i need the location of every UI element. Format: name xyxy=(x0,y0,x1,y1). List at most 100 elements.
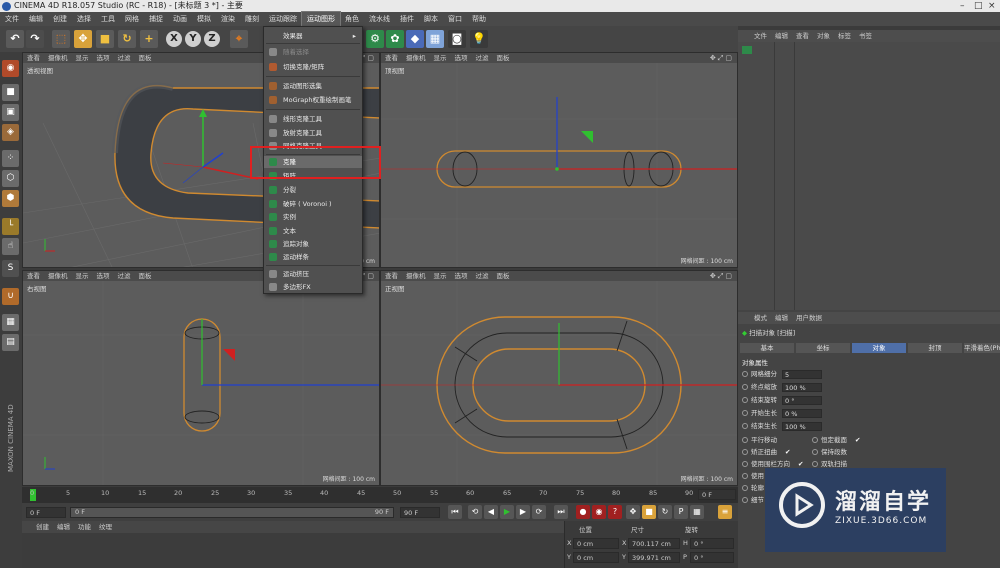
menu-tools[interactable]: 工具 xyxy=(96,12,120,26)
mograph-toolbar-icon[interactable]: ✿ xyxy=(386,30,404,48)
menu-plugins[interactable]: 插件 xyxy=(395,12,419,26)
mat-menu-function[interactable]: 功能 xyxy=(78,523,91,531)
check-use-rail-scale[interactable]: 使用 xyxy=(742,471,764,482)
vp-menu-display[interactable]: 显示 xyxy=(76,54,89,62)
viewport-front[interactable]: 查看 摄像机 显示 选项 过滤 面板 正视图 ✥⤢▢ 网格间距 : 100 cm xyxy=(380,270,738,486)
vp-menu-panel[interactable]: 面板 xyxy=(497,54,510,62)
next-key-icon[interactable]: ⟳ xyxy=(532,505,546,519)
menu-item-toggle-clone-matrix[interactable]: 切换克隆/矩阵 xyxy=(264,61,362,73)
menu-create[interactable]: 创建 xyxy=(48,12,72,26)
attr-menu-edit[interactable]: 编辑 xyxy=(775,314,788,322)
rotation-h-field[interactable]: 0 ° xyxy=(690,538,734,549)
key-scale-icon[interactable]: ■ xyxy=(642,505,656,519)
menu-pipeline[interactable]: 流水线 xyxy=(364,12,395,26)
attr-menu-userdata[interactable]: 用户数据 xyxy=(796,314,822,322)
menu-item-effectors[interactable]: 效果器 ▸ xyxy=(264,30,362,42)
model-mode-icon[interactable]: ■ xyxy=(2,84,19,101)
key-pla-icon[interactable]: ▦ xyxy=(690,505,704,519)
menu-render[interactable]: 渲染 xyxy=(216,12,240,26)
create-tool-icon[interactable]: + xyxy=(140,30,158,48)
deformer-icon[interactable]: ◆ xyxy=(406,30,424,48)
menu-animate[interactable]: 动画 xyxy=(168,12,192,26)
attr-menu-mode[interactable]: 模式 xyxy=(754,314,767,322)
menu-window[interactable]: 窗口 xyxy=(443,12,467,26)
keyframe-selection-icon[interactable]: ? xyxy=(608,505,622,519)
prop-details[interactable]: 细节 xyxy=(742,495,764,506)
vp-menu-panel[interactable]: 面板 xyxy=(139,54,152,62)
om-menu-edit[interactable]: 编辑 xyxy=(775,32,788,40)
menu-item-fracture[interactable]: 分裂 xyxy=(264,184,362,196)
size-y-field[interactable]: 399.971 cm xyxy=(628,552,680,563)
menu-item-tracer[interactable]: 追踪对象 xyxy=(264,238,362,250)
magnet-icon[interactable]: ∪ xyxy=(2,288,19,305)
snap-icon[interactable]: S xyxy=(2,260,19,277)
timeline-ruler[interactable]: 0 5 10 15 20 25 30 35 40 45 50 55 60 65 … xyxy=(22,487,738,503)
polygons-mode-icon[interactable]: ⬢ xyxy=(2,190,19,207)
object-list[interactable] xyxy=(738,42,1000,310)
vp-menu-camera[interactable]: 摄像机 xyxy=(48,54,68,62)
points-mode-icon[interactable]: ⁘ xyxy=(2,150,19,167)
menu-item-weight-paint-brush[interactable]: MoGraph权重绘制画笔 xyxy=(264,94,362,106)
menu-item-mograph-selection[interactable]: 运动图形选集 xyxy=(264,80,362,92)
vp-menu-camera[interactable]: 摄像机 xyxy=(406,272,426,280)
vp-menu-filter[interactable]: 过滤 xyxy=(476,272,489,280)
select-tool-icon[interactable]: ⬚ xyxy=(52,30,70,48)
size-x-field[interactable]: 700.117 cm xyxy=(628,538,680,549)
menu-mesh[interactable]: 网格 xyxy=(120,12,144,26)
om-menu-objects[interactable]: 对象 xyxy=(817,32,830,40)
mat-menu-create[interactable]: 创建 xyxy=(36,523,49,531)
position-y-field[interactable]: 0 cm xyxy=(573,552,619,563)
z-axis-toggle[interactable]: Z xyxy=(204,31,220,47)
key-rotation-icon[interactable]: ↻ xyxy=(658,505,672,519)
prop-profile[interactable]: 轮廓 xyxy=(742,483,764,494)
menu-item-instance[interactable]: 实例 xyxy=(264,211,362,223)
om-menu-file[interactable]: 文件 xyxy=(754,32,767,40)
move-tool-icon[interactable]: ✥ xyxy=(74,30,92,48)
mat-menu-texture[interactable]: 纹理 xyxy=(99,523,112,531)
menu-edit[interactable]: 编辑 xyxy=(24,12,48,26)
autokey-icon[interactable]: ◉ xyxy=(592,505,606,519)
prop-value-field[interactable]: 5 xyxy=(782,370,822,379)
go-to-end-icon[interactable]: ⏭ xyxy=(554,505,568,519)
vp-menu-panel[interactable]: 面板 xyxy=(497,272,510,280)
go-to-start-icon[interactable]: ⏮ xyxy=(448,505,462,519)
prop-value-field[interactable]: 0 ° xyxy=(782,396,822,405)
vp-menu-view[interactable]: 查看 xyxy=(27,54,40,62)
menu-item-text[interactable]: 文本 xyxy=(264,225,362,237)
vp-menu-view[interactable]: 查看 xyxy=(385,272,398,280)
lock-workplane-icon[interactable]: ▦ xyxy=(2,314,19,331)
tab-object[interactable]: 对象 xyxy=(852,343,906,353)
menu-item-radial-clone-tool[interactable]: 放射克隆工具 xyxy=(264,127,362,139)
check-correct-twist[interactable]: 矫正扭曲 ✔ xyxy=(742,447,790,458)
vp-menu-options[interactable]: 选项 xyxy=(455,54,468,62)
y-axis-toggle[interactable]: Y xyxy=(185,31,201,47)
om-menu-view[interactable]: 查看 xyxy=(796,32,809,40)
frame-range-slider[interactable]: 0 F 90 F xyxy=(70,507,394,518)
make-editable-icon[interactable]: ◉ xyxy=(2,60,19,77)
next-frame-icon[interactable]: ▶ xyxy=(516,505,530,519)
menu-mograph[interactable]: 运动图形 xyxy=(301,11,341,27)
record-icon[interactable]: ● xyxy=(576,505,590,519)
mat-menu-edit[interactable]: 编辑 xyxy=(57,523,70,531)
camera-icon[interactable]: ◙ xyxy=(448,30,466,48)
scale-tool-icon[interactable]: ■ xyxy=(96,30,114,48)
vp-menu-filter[interactable]: 过滤 xyxy=(476,54,489,62)
viewport-top[interactable]: 查看 摄像机 显示 选项 过滤 面板 顶视图 ✥⤢▢ 网格间距 : 100 cm xyxy=(380,52,738,268)
x-axis-toggle[interactable]: X xyxy=(166,31,182,47)
om-menu-bookmarks[interactable]: 书签 xyxy=(859,32,872,40)
maximize-button[interactable]: □ xyxy=(974,1,983,11)
vp-menu-filter[interactable]: 过滤 xyxy=(118,54,131,62)
rotate-tool-icon[interactable]: ↻ xyxy=(118,30,136,48)
redo-icon[interactable]: ↷ xyxy=(26,30,44,48)
minimize-button[interactable]: – xyxy=(960,1,965,11)
menu-character[interactable]: 角色 xyxy=(340,12,364,26)
viewport-nav-icons[interactable]: ✥⤢▢ xyxy=(710,54,734,63)
edges-mode-icon[interactable]: ⬡ xyxy=(2,170,19,187)
vp-menu-display[interactable]: 显示 xyxy=(76,272,89,280)
menu-simulate[interactable]: 模拟 xyxy=(192,12,216,26)
tweak-icon[interactable]: ☝ xyxy=(2,238,19,255)
check-constant-cross-section[interactable]: 恒定截面 ✔ xyxy=(812,435,860,446)
tab-coord[interactable]: 坐标 xyxy=(796,343,850,353)
tab-caps[interactable]: 封顶 xyxy=(908,343,962,353)
vp-menu-options[interactable]: 选项 xyxy=(97,272,110,280)
